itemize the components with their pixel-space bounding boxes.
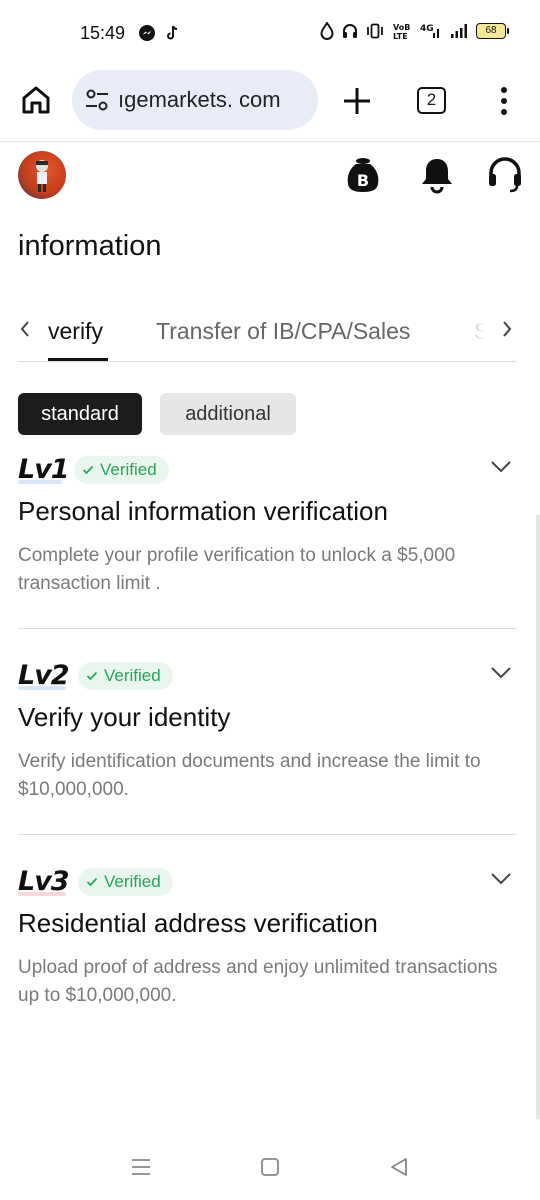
verified-badge-label: Verified [100,460,157,479]
recent-apps-menu-icon[interactable] [130,1156,152,1178]
verified-badge: Verified [78,868,173,896]
avatar[interactable] [18,151,66,199]
verified-badge: Verified [78,662,173,690]
level-tag: Lv2 [18,660,70,691]
signal-icon [451,24,467,38]
tiktok-icon [167,25,178,40]
level-description: Complete your profile verification to un… [18,545,456,594]
divider [18,628,516,629]
svg-text:B: B [357,171,369,190]
volte-icon: VoBLTE [393,23,410,40]
tab-transfer-ib-cpa-sales[interactable]: Transfer of IB/CPA/Sales [156,318,410,345]
battery-icon: 68 [476,23,509,39]
chevron-down-icon[interactable] [490,872,512,886]
status-bar: 15:49 VoB LTE 4G 68 [0,0,540,68]
svg-text:VoB: VoB [393,23,410,32]
level-title: Residential address verification [18,908,378,938]
more-menu-icon[interactable] [496,85,512,117]
check-icon [86,671,98,681]
chevron-down-icon[interactable] [490,460,512,474]
additional-segment-button[interactable]: additional [160,393,296,435]
verified-badge: Verified [74,456,169,484]
tabs-scroll-right-icon[interactable] [500,320,514,338]
verified-badge-label: Verified [104,872,161,891]
check-icon [82,465,94,475]
tab-switcher-button[interactable]: 2 [417,87,446,114]
drop-icon [320,22,334,40]
level-description: Upload proof of address and enjoy unlimi… [18,957,498,1006]
home-icon[interactable] [20,84,52,116]
messenger-icon [139,25,155,41]
level-description: Verify identification documents and incr… [18,751,481,800]
svg-text:4G: 4G [420,24,434,34]
standard-segment-button[interactable]: standard [18,393,142,435]
4g-signal-icon: 4G [420,24,439,38]
verified-badge-label: Verified [104,666,161,685]
level-tag: Lv3 [18,866,70,897]
back-triangle-icon[interactable] [388,1156,410,1178]
notification-bell-icon[interactable] [418,156,456,194]
address-bar[interactable]: ıgemarkets. com [72,70,318,130]
url-text[interactable]: ıgemarkets. com [118,87,281,113]
browser-toolbar: ıgemarkets. com 2 [0,68,540,142]
level-tag: Lv1 [18,454,70,485]
tabs-divider [18,361,516,362]
chevron-down-icon[interactable] [490,666,512,680]
vibrate-icon [367,23,383,39]
avatar-figure-icon [36,160,48,192]
svg-text:LTE: LTE [393,32,408,40]
verification-tabs: verify Transfer of IB/CPA/Sales S [0,300,540,362]
bitcoin-bag-icon[interactable]: B [344,156,382,194]
status-time: 15:49 [80,23,126,43]
page-title: information [18,230,162,262]
check-icon [86,877,98,887]
scrollbar[interactable] [536,514,540,1120]
headset-icon [343,24,357,38]
customer-support-headset-icon[interactable] [486,156,524,194]
site-settings-icon[interactable] [84,87,110,113]
system-navigation-bar [0,1140,540,1200]
level-title: Personal information verification [18,496,388,526]
new-tab-plus-icon[interactable] [340,84,374,118]
divider [18,834,516,835]
home-square-icon[interactable] [259,1156,281,1178]
tabs-scroll-left-icon[interactable] [18,320,32,338]
level-title: Verify your identity [18,702,231,732]
tab-verify[interactable]: verify [48,318,103,345]
